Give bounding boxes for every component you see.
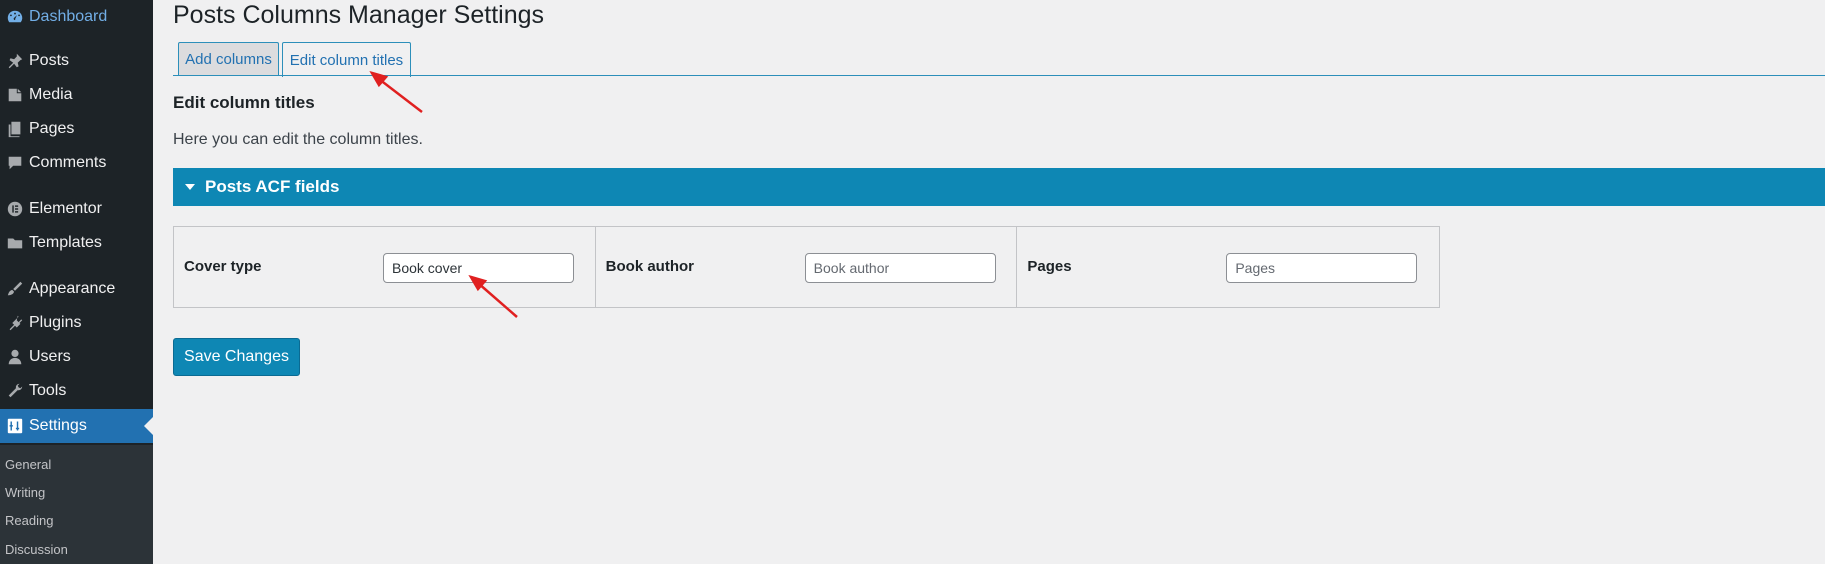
menu-label: Settings — [29, 417, 87, 434]
submenu-item-discussion[interactable]: Discussion — [5, 542, 68, 557]
menu-label: Comments — [29, 154, 107, 171]
field-label: Pages — [1027, 258, 1072, 275]
active-menu-pointer — [144, 417, 153, 435]
annotation-arrow-tab — [369, 70, 423, 113]
menu-item-plugins[interactable]: Plugins — [0, 306, 153, 340]
menu-item-elementor[interactable]: Elementor — [0, 192, 153, 226]
acf-bar-title: Posts ACF fields — [205, 177, 340, 196]
menu-label: Users — [29, 348, 71, 365]
field-cell-book-author: Book author — [596, 227, 1018, 307]
menu-label: Media — [29, 86, 73, 103]
acf-fields-toggle[interactable]: Posts ACF fields — [173, 168, 1825, 206]
dashboard-icon — [0, 8, 29, 26]
cover-type-title-input[interactable] — [383, 253, 574, 283]
column-title-fields: Cover type Book author Pages — [173, 226, 1440, 308]
menu-item-templates[interactable]: Templates — [0, 226, 153, 260]
pin-icon — [0, 52, 29, 70]
section-title: Edit column titles — [173, 93, 315, 112]
menu-item-users[interactable]: Users — [0, 340, 153, 374]
page-title: Posts Columns Manager Settings — [173, 1, 545, 29]
menu-label: Dashboard — [29, 8, 108, 25]
field-cell-pages: Pages — [1017, 227, 1439, 307]
menu-label: Tools — [29, 382, 67, 399]
menu-label: Posts — [29, 52, 70, 69]
user-icon — [0, 348, 29, 366]
settings-icon — [0, 417, 29, 435]
folder-icon — [0, 234, 29, 252]
menu-item-appearance[interactable]: Appearance — [0, 272, 153, 306]
menu-label: Templates — [29, 234, 102, 251]
field-label: Book author — [605, 258, 695, 275]
menu-item-dashboard[interactable]: Dashboard — [0, 0, 153, 34]
elementor-icon — [0, 200, 29, 218]
menu-item-tools[interactable]: Tools — [0, 374, 153, 408]
comment-icon — [0, 154, 29, 172]
menu-item-posts[interactable]: Posts — [0, 44, 153, 78]
submenu-item-general[interactable]: General — [5, 457, 51, 472]
field-cell-cover-type: Cover type — [174, 227, 596, 307]
menu-item-settings[interactable]: Settings — [0, 409, 153, 443]
menu-label: Elementor — [29, 200, 102, 217]
submenu-item-writing[interactable]: Writing — [5, 485, 45, 500]
book-author-title-input[interactable] — [804, 253, 996, 283]
tabs-divider — [173, 75, 1825, 76]
caret-down-icon — [185, 184, 195, 190]
menu-item-media[interactable]: Media — [0, 78, 153, 112]
wrench-icon — [0, 382, 29, 400]
menu-item-pages[interactable]: Pages — [0, 112, 153, 146]
menu-label: Appearance — [29, 280, 116, 297]
pages-icon — [0, 120, 29, 138]
tab-add-columns[interactable]: Add columns — [178, 42, 279, 76]
pages-title-input[interactable] — [1226, 253, 1418, 283]
field-label: Cover type — [184, 258, 262, 275]
admin-sidebar: Dashboard Posts Media Pages Comments Ele… — [0, 0, 153, 564]
menu-item-comments[interactable]: Comments — [0, 146, 153, 180]
brush-icon — [0, 280, 29, 298]
submenu-item-reading[interactable]: Reading — [5, 513, 53, 528]
menu-label: Pages — [29, 120, 75, 137]
tab-edit-column-titles[interactable]: Edit column titles — [282, 42, 411, 77]
media-icon — [0, 86, 29, 104]
menu-label: Plugins — [29, 314, 82, 331]
section-description: Here you can edit the column titles. — [173, 131, 423, 148]
save-changes-button[interactable]: Save Changes — [173, 338, 300, 376]
settings-submenu: General Writing Reading Discussion — [0, 445, 153, 564]
plug-icon — [0, 314, 29, 332]
